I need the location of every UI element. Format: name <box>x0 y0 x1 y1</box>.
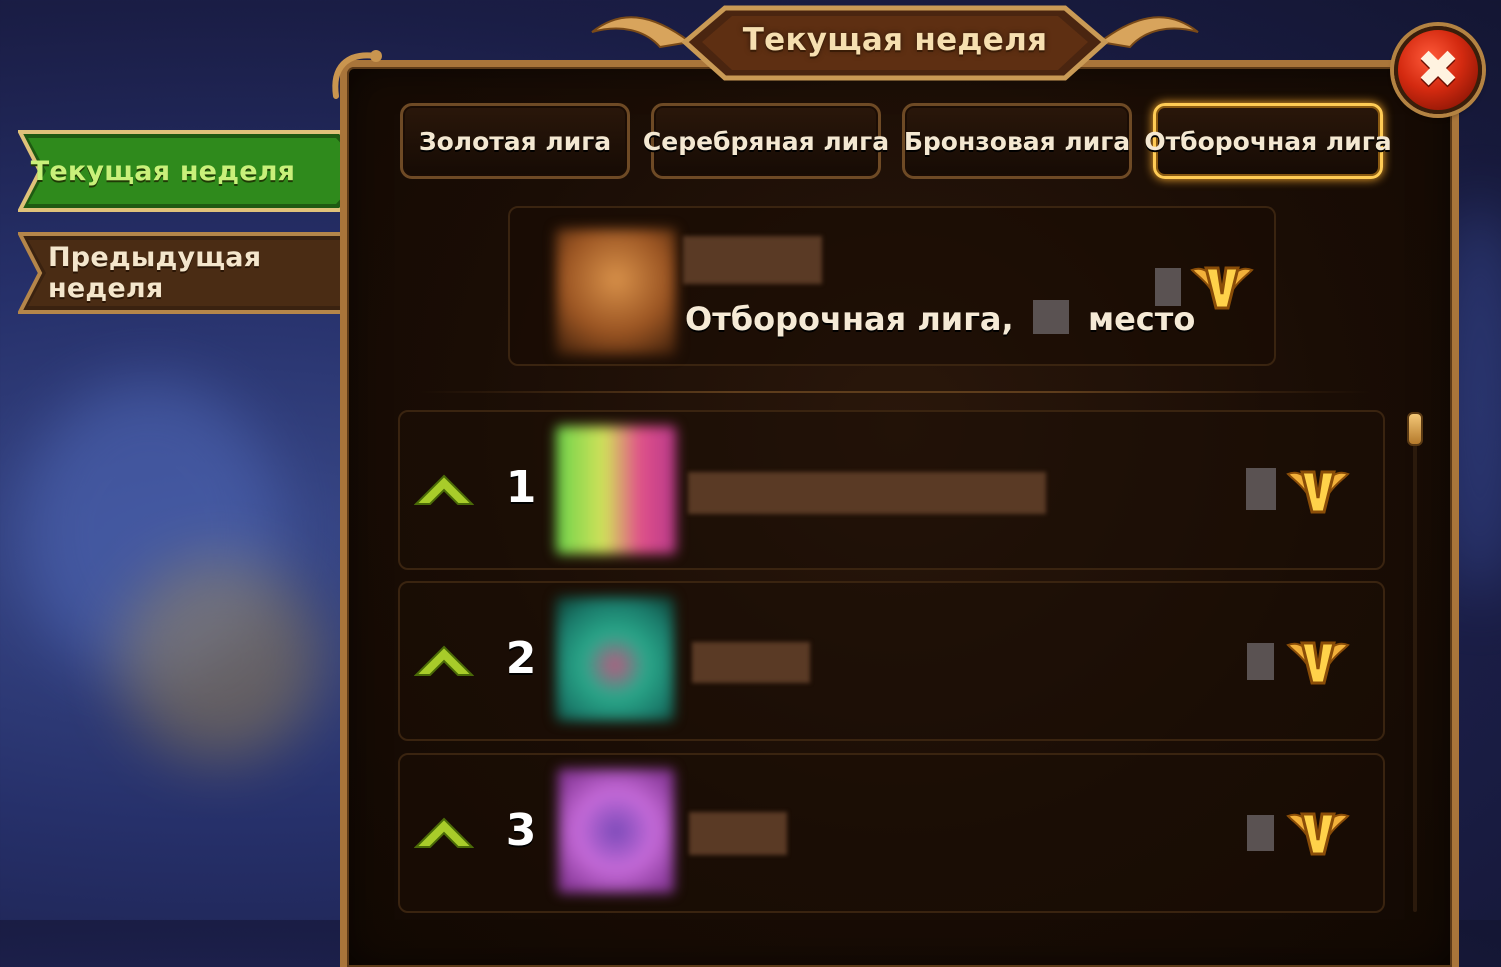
arrow-up-icon <box>414 817 474 848</box>
arrow-up-icon <box>414 474 474 505</box>
close-icon: ✖ <box>1416 40 1460 100</box>
player-name-hidden <box>692 642 810 683</box>
v-wings-emblem-icon <box>1190 266 1254 310</box>
tab-qualifying-league[interactable]: Отборочная лига <box>1144 103 1392 179</box>
title-plaque: Текущая неделя <box>590 2 1200 82</box>
scrollbar-thumb[interactable] <box>1407 412 1423 446</box>
scrollbar[interactable] <box>1407 412 1423 912</box>
tab-gold-league[interactable]: Золотая лига <box>400 103 630 179</box>
v-wings-emblem-icon <box>1286 470 1350 514</box>
side-tab-label: Предыдущая неделя <box>48 242 262 304</box>
player-name-hidden <box>689 812 787 855</box>
close-button[interactable]: ✖ <box>1394 26 1482 114</box>
v-wings-emblem-icon <box>1286 641 1350 685</box>
league-name: Отборочная лига, <box>685 300 1014 338</box>
rank-number: 1 <box>505 462 537 513</box>
rank-number: 3 <box>505 805 537 856</box>
player-name-hidden <box>683 236 822 284</box>
side-tab-previous-week[interactable]: Предыдущая неделя <box>18 230 378 316</box>
tab-bronze-league[interactable]: Бронзовая лига <box>902 103 1132 179</box>
avatar <box>556 597 674 721</box>
scrollbar-track <box>1413 412 1417 912</box>
place-label: место <box>1087 300 1196 338</box>
league-level-hidden <box>1246 468 1276 510</box>
place-hidden <box>1032 300 1069 334</box>
side-tab-label: Текущая неделя <box>30 155 296 187</box>
arrow-up-icon <box>414 645 474 676</box>
corner-ornament <box>332 50 382 99</box>
page-title: Текущая неделя <box>742 22 1048 58</box>
league-level-hidden <box>1247 815 1274 851</box>
background-glow <box>120 560 320 760</box>
v-wings-emblem-icon <box>1286 812 1350 856</box>
league-level-hidden <box>1247 643 1274 680</box>
avatar <box>556 229 676 355</box>
avatar <box>556 426 676 554</box>
divider <box>420 391 1370 393</box>
table-row[interactable]: 2 <box>398 581 1385 741</box>
player-name-hidden <box>688 472 1046 514</box>
tab-silver-league[interactable]: Серебряная лига <box>643 103 889 179</box>
rank-number: 2 <box>505 633 537 684</box>
avatar <box>558 769 674 893</box>
side-tab-current-week[interactable]: Текущая неделя <box>18 128 378 214</box>
player-league-place: Отборочная лига, место <box>685 300 1195 338</box>
table-row[interactable]: 3 <box>398 753 1385 913</box>
